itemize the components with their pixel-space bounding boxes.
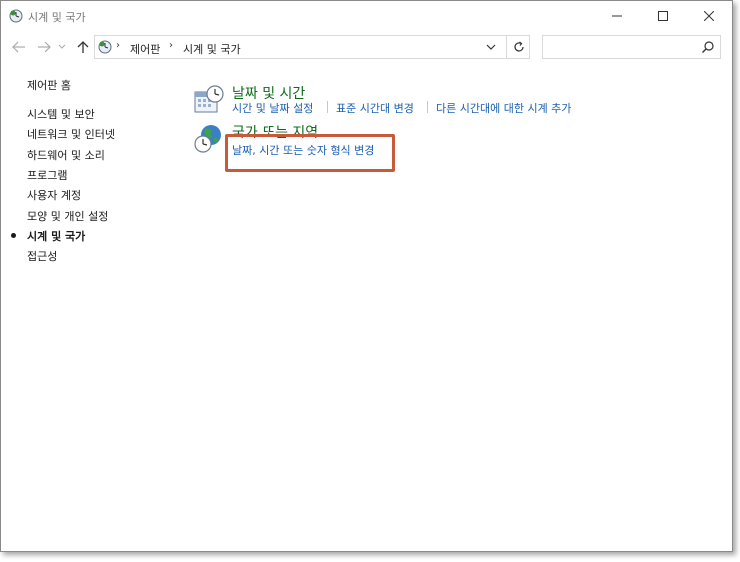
address-bar[interactable]: › 제어판 › 시계 및 국가: [94, 35, 530, 59]
chevron-down-icon: [58, 44, 66, 49]
close-button[interactable]: [686, 1, 732, 31]
search-input[interactable]: [542, 35, 721, 59]
link-add-clocks[interactable]: 다른 시간대에 대한 시계 추가: [436, 100, 571, 116]
sidebar-home-link[interactable]: 제어판 홈: [27, 77, 71, 93]
sidebar-item-accessibility[interactable]: 접근성: [27, 248, 57, 264]
back-button[interactable]: [9, 37, 29, 57]
recent-locations-button[interactable]: [56, 37, 68, 57]
sidebar-item-system-security[interactable]: 시스템 및 보안: [27, 106, 95, 122]
calendar-clock-icon[interactable]: [193, 84, 225, 116]
up-button[interactable]: [73, 37, 93, 57]
refresh-icon: [513, 41, 524, 52]
arrow-left-icon: [12, 41, 25, 53]
refresh-button[interactable]: [506, 35, 530, 59]
breadcrumb-clock-region[interactable]: 시계 및 국가: [183, 41, 241, 57]
minimize-button[interactable]: [594, 1, 640, 31]
breadcrumb-separator-icon[interactable]: ›: [116, 40, 120, 51]
globe-clock-icon[interactable]: [193, 123, 225, 155]
link-set-time-date[interactable]: 시간 및 날짜 설정: [232, 100, 313, 116]
navigation-bar: › 제어판 › 시계 및 국가: [1, 33, 732, 61]
maximize-button[interactable]: [640, 1, 686, 31]
clock-globe-icon: [98, 40, 112, 54]
highlight-annotation-box: [225, 134, 395, 172]
search-icon: [702, 41, 714, 53]
sidebar-item-hardware-sound[interactable]: 하드웨어 및 소리: [27, 147, 105, 163]
sidebar-item-appearance[interactable]: 모양 및 개인 설정: [27, 208, 108, 224]
sidebar-item-programs[interactable]: 프로그램: [27, 167, 67, 183]
active-bullet-icon: [11, 233, 16, 238]
forward-button[interactable]: [34, 37, 54, 57]
control-panel-window: 시계 및 국가 › 제어판 › 시계 및 국가 제어판 홈 시스템 및 보안 네…: [0, 0, 733, 552]
link-separator: [427, 101, 428, 113]
breadcrumb-separator-icon[interactable]: ›: [169, 40, 173, 51]
link-change-time-zone[interactable]: 표준 시간대 변경: [336, 100, 414, 116]
window-title: 시계 및 국가: [28, 11, 86, 24]
address-dropdown-button[interactable]: [483, 39, 499, 55]
close-icon: [704, 11, 714, 21]
chevron-down-icon: [486, 44, 496, 50]
clock-globe-icon: [9, 9, 23, 23]
sidebar-item-network-internet[interactable]: 네트워크 및 인터넷: [27, 126, 115, 142]
breadcrumb-control-panel[interactable]: 제어판: [130, 41, 160, 57]
sidebar-item-user-accounts[interactable]: 사용자 계정: [27, 187, 81, 203]
maximize-icon: [658, 11, 668, 21]
sidebar-item-clock-region[interactable]: 시계 및 국가: [27, 228, 85, 244]
link-separator: [327, 101, 328, 113]
minimize-icon: [612, 15, 622, 17]
arrow-right-icon: [38, 41, 51, 53]
arrow-up-icon: [77, 41, 89, 53]
title-bar: 시계 및 국가: [1, 1, 732, 31]
